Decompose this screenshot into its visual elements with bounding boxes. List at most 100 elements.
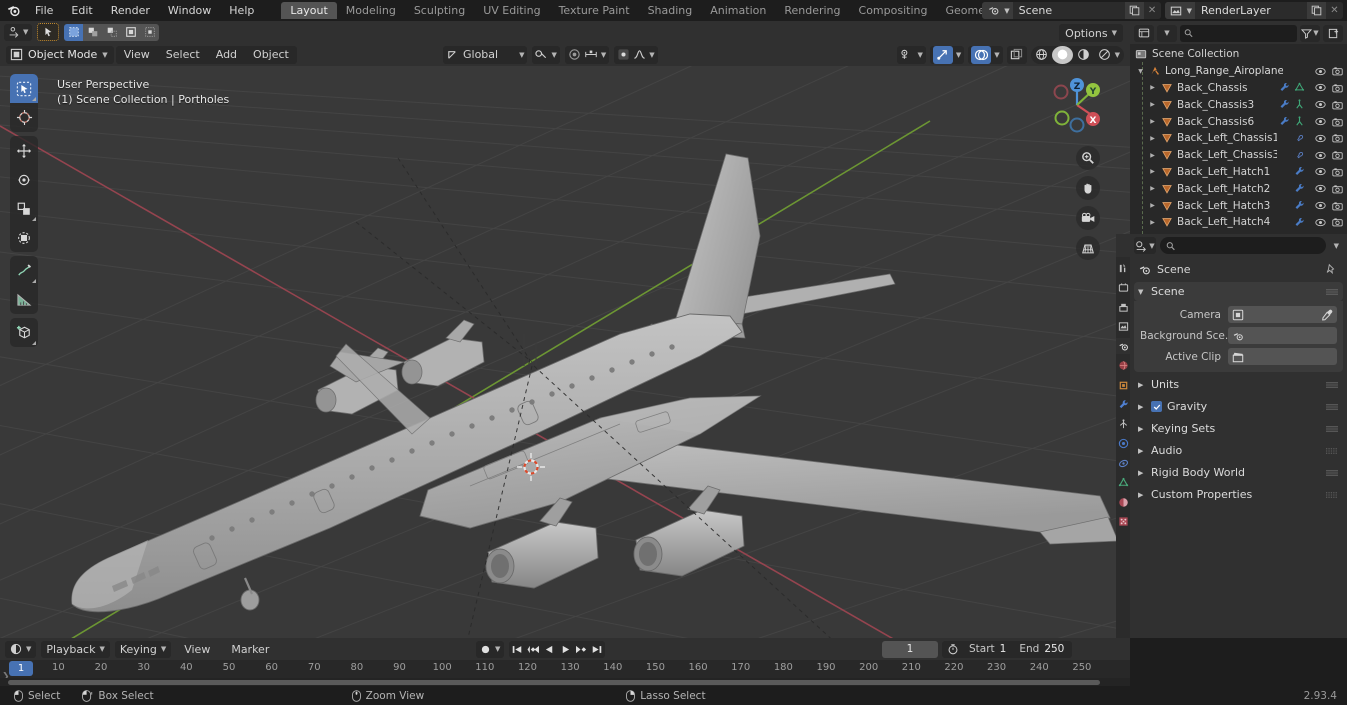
object-visibility-selector[interactable]: ▼ <box>897 45 926 64</box>
tab-shading[interactable]: Shading <box>639 2 702 19</box>
expand-triangle-icon[interactable]: ▶ <box>1148 168 1157 175</box>
timeline-ruler[interactable]: 10 20 30 40 50 60 70 80 90 100 110 120 130 140 150 160 1… <box>0 660 1130 678</box>
playback-menu[interactable]: Playback ▼ <box>41 640 110 658</box>
outliner-row-object[interactable]: ▶ Back_Left_Hatch2 <box>1130 180 1347 197</box>
eye-icon[interactable] <box>1315 134 1326 143</box>
eye-icon[interactable] <box>1315 201 1326 210</box>
timeline-menu-marker[interactable]: Marker <box>223 641 277 658</box>
new-viewlayer-button[interactable] <box>1307 2 1326 19</box>
end-frame-value[interactable]: 250 <box>1044 643 1072 655</box>
camera-render-icon[interactable] <box>1332 184 1343 194</box>
ortho-persp-icon[interactable] <box>1076 236 1100 260</box>
proportional-editing-controls[interactable]: ▼ <box>564 45 610 64</box>
outliner-row-collection[interactable]: ▼ Long_Range_Airoplane_Simpl <box>1130 63 1347 80</box>
eye-icon[interactable] <box>1315 67 1326 76</box>
show-gizmo-icon[interactable] <box>932 45 953 64</box>
scene-selector[interactable]: ▼ Scene ✕ <box>982 2 1161 19</box>
viewport-menu-add[interactable]: Add <box>208 46 245 64</box>
play-reverse-button[interactable] <box>541 641 557 658</box>
zoom-icon[interactable] <box>1076 146 1100 170</box>
armature-icon[interactable] <box>1294 116 1305 127</box>
tab-texture[interactable] <box>1116 514 1130 530</box>
transform-orientation-selector[interactable]: Global ▼ <box>443 45 528 64</box>
eye-icon[interactable] <box>1315 117 1326 126</box>
armature-icon[interactable] <box>1294 99 1305 110</box>
outliner-row-object[interactable]: ▶ Back_Left_Chassis1 <box>1130 130 1347 147</box>
camera-render-icon[interactable] <box>1332 167 1343 177</box>
active-clip-field[interactable] <box>1228 348 1337 365</box>
tab-texture-paint[interactable]: Texture Paint <box>550 2 639 19</box>
select-subtract-mode[interactable] <box>102 23 122 41</box>
tab-view-layer[interactable] <box>1116 319 1130 335</box>
eye-icon[interactable] <box>1315 167 1326 176</box>
wrench-icon[interactable] <box>1294 200 1305 211</box>
wireframe-shading-icon[interactable] <box>1031 46 1052 64</box>
expand-triangle-icon[interactable]: ▼ <box>1136 68 1145 75</box>
expand-triangle-icon[interactable]: ▶ <box>1148 135 1157 142</box>
editor-type-selector[interactable]: ▼ <box>4 23 33 41</box>
panel-header-scene[interactable]: ▼ Scene <box>1134 282 1343 301</box>
outliner-tree[interactable]: Scene Collection ▼ Long_Range_Airoplane_… <box>1130 44 1347 234</box>
start-frame-value[interactable]: 1 <box>1000 643 1015 655</box>
outliner-new-collection-icon[interactable] <box>1323 24 1343 42</box>
tool-expand-corner[interactable] <box>32 341 36 345</box>
panel-header-gravity[interactable]: ▶ Gravity <box>1134 397 1343 416</box>
tool-scale[interactable] <box>10 194 38 223</box>
outliner-row-object[interactable]: ▶ Back_Left_Hatch1 <box>1130 164 1347 181</box>
camera-render-icon[interactable] <box>1332 66 1343 76</box>
select-set-mode[interactable] <box>64 23 84 41</box>
outliner-row-object[interactable]: ▶ Back_Left_Hatch4 <box>1130 214 1347 231</box>
timeline-scrollbar-thumb[interactable] <box>8 679 1100 685</box>
tab-world[interactable] <box>1116 358 1130 374</box>
panel-header-custom-properties[interactable]: ▶ Custom Properties <box>1134 485 1343 504</box>
expand-triangle-icon[interactable]: ▶ <box>1148 185 1157 192</box>
menu-render[interactable]: Render <box>102 1 159 20</box>
camera-render-icon[interactable] <box>1332 150 1343 160</box>
tab-tool[interactable] <box>1116 260 1130 276</box>
properties-search-input[interactable] <box>1179 240 1320 251</box>
panel-header-units[interactable]: ▶ Units <box>1134 375 1343 394</box>
tool-expand-corner[interactable] <box>32 217 36 221</box>
wrench-icon[interactable] <box>1279 116 1290 127</box>
tab-sculpting[interactable]: Sculpting <box>405 2 474 19</box>
outliner-search-box[interactable] <box>1180 24 1297 42</box>
proportional-falloff-controls[interactable]: ▼ <box>614 45 658 64</box>
remove-viewlayer-button[interactable]: ✕ <box>1326 2 1343 19</box>
eye-icon[interactable] <box>1315 151 1326 160</box>
camera-render-icon[interactable] <box>1332 201 1343 211</box>
wrench-icon[interactable] <box>1294 183 1305 194</box>
wrench-icon[interactable] <box>1294 217 1305 228</box>
expand-triangle-icon[interactable]: ▶ <box>1148 152 1157 159</box>
select-intersect-mode[interactable] <box>140 23 160 41</box>
new-scene-button[interactable] <box>1124 2 1144 19</box>
3d-viewport[interactable]: User Perspective (1) Scene Collection | … <box>0 66 1130 638</box>
mesh-data-icon[interactable] <box>1294 82 1305 93</box>
tool-annotate[interactable] <box>10 256 38 285</box>
tab-object-data[interactable] <box>1116 475 1130 491</box>
tool-move[interactable] <box>10 136 38 165</box>
scene-name[interactable]: Scene <box>1012 2 1125 19</box>
rendered-shading-icon[interactable] <box>1094 46 1115 64</box>
navigation-gizmo[interactable]: Z X Y <box>1046 74 1108 136</box>
outliner-filter-icon[interactable]: ▼ <box>1300 24 1320 42</box>
tab-modeling[interactable]: Modeling <box>337 2 405 19</box>
eye-icon[interactable] <box>1315 218 1326 227</box>
tab-particles[interactable] <box>1116 416 1130 432</box>
eye-icon[interactable] <box>1315 100 1326 109</box>
panel-header-rigid-body-world[interactable]: ▶ Rigid Body World <box>1134 463 1343 482</box>
properties-options-chevron-icon[interactable]: ▼ <box>1330 242 1343 250</box>
solid-shading-icon[interactable] <box>1051 45 1073 64</box>
tab-compositing[interactable]: Compositing <box>850 2 937 19</box>
expand-triangle-icon[interactable]: ▶ <box>1148 118 1157 125</box>
tool-add-cube[interactable] <box>10 318 38 347</box>
tab-constraints[interactable] <box>1116 455 1130 471</box>
outliner-row-object[interactable]: ▶ Back_Left_Chassis3 <box>1130 147 1347 164</box>
select-invert-mode[interactable] <box>121 23 141 41</box>
interaction-mode-selector[interactable]: Object Mode ▼ <box>6 45 114 64</box>
timeline-playhead[interactable]: 1 <box>9 661 33 676</box>
gizmo-controls[interactable]: ▼ <box>929 45 965 64</box>
jump-to-prev-keyframe-button[interactable] <box>525 641 541 658</box>
blender-logo-icon[interactable] <box>0 0 26 21</box>
keying-menu[interactable]: Keying ▼ <box>114 640 172 658</box>
current-frame-field[interactable]: 1 <box>882 640 938 658</box>
